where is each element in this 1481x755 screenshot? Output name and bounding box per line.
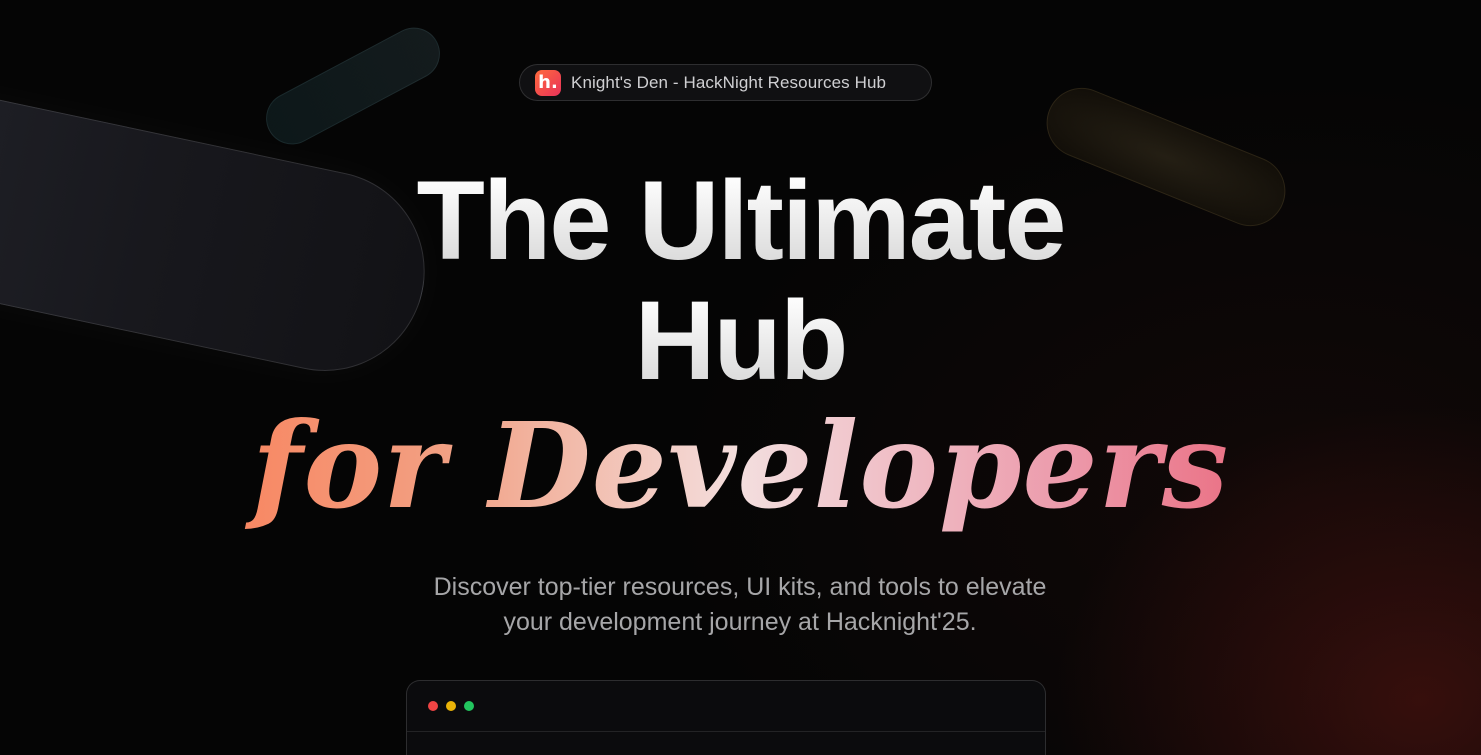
headline-line-1: The Ultimate <box>0 162 1481 280</box>
hacknight-logo-icon: h. <box>535 69 561 96</box>
badge-label: Knight's Den - HackNight Resources Hub <box>571 72 887 92</box>
window-maximize-dot[interactable] <box>464 701 474 711</box>
window-minimize-dot[interactable] <box>446 701 456 711</box>
hero-subtitle: Discover top-tier resources, UI kits, an… <box>340 570 1140 640</box>
window-close-dot[interactable] <box>428 701 438 711</box>
hub-badge[interactable]: h. Knight's Den - HackNight Resources Hu… <box>519 64 932 101</box>
code-window-preview <box>406 680 1046 755</box>
decorative-pill-teal <box>256 18 450 154</box>
subtitle-line-2: your development journey at Hacknight'25… <box>503 608 977 636</box>
headline-line-2: Hub <box>0 282 1481 400</box>
page: h. Knight's Den - HackNight Resources Hu… <box>0 0 1481 755</box>
headline-script-line: for Developers <box>0 396 1481 536</box>
subtitle-line-1: Discover top-tier resources, UI kits, an… <box>433 573 1047 601</box>
window-title-bar <box>407 681 1045 732</box>
